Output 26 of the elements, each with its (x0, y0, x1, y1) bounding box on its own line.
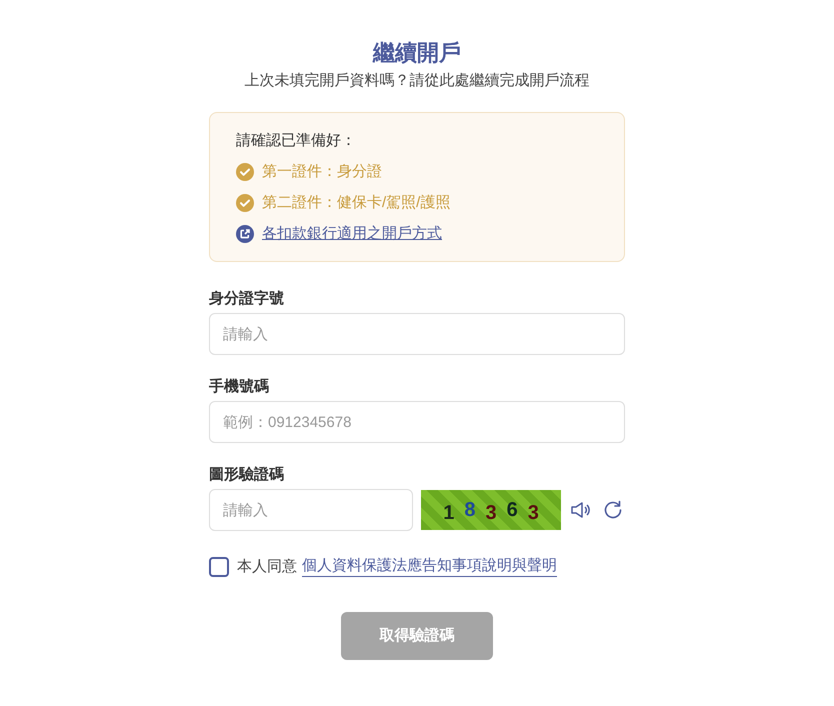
checklist-heading: 請確認已準備好： (236, 131, 357, 151)
page-subtitle: 上次未填完開戶資料嗎？請從此處繼續完成開戶流程 (244, 71, 590, 91)
captcha-input-field[interactable]: 請輸入 (209, 489, 413, 531)
external-link-icon (236, 225, 254, 243)
refresh-button[interactable] (602, 499, 624, 521)
field-label: 手機號碼 (209, 377, 270, 397)
captcha-digit: 6 (506, 498, 518, 522)
input-field[interactable]: 範例：0912345678 (209, 401, 625, 443)
bank-methods-link[interactable]: 各扣款銀行適用之開戶方式 (262, 224, 442, 244)
checklist-item: 第一證件：身分證 (262, 162, 382, 182)
page-title: 繼續開戶 (372, 39, 462, 67)
check-circle-icon (236, 194, 254, 212)
captcha-digit: 3 (485, 501, 497, 525)
captcha-digit: 3 (528, 501, 539, 525)
refresh-icon (603, 500, 623, 520)
consent-text: 本人同意 (237, 556, 297, 576)
captcha-digit: 8 (464, 498, 476, 522)
check-circle-icon (236, 163, 254, 181)
field-label: 身分證字號 (209, 289, 285, 309)
privacy-link[interactable]: 個人資料保護法應告知事項說明與聲明 (302, 556, 557, 577)
speaker-icon (570, 501, 592, 519)
field-label: 圖形驗證碼 (209, 465, 285, 485)
input-field[interactable]: 請輸入 (209, 313, 625, 355)
consent-checkbox[interactable] (209, 556, 229, 576)
checklist-item: 第二證件：健保卡/駕照/護照 (262, 193, 450, 213)
captcha-digit: 1 (443, 501, 454, 525)
